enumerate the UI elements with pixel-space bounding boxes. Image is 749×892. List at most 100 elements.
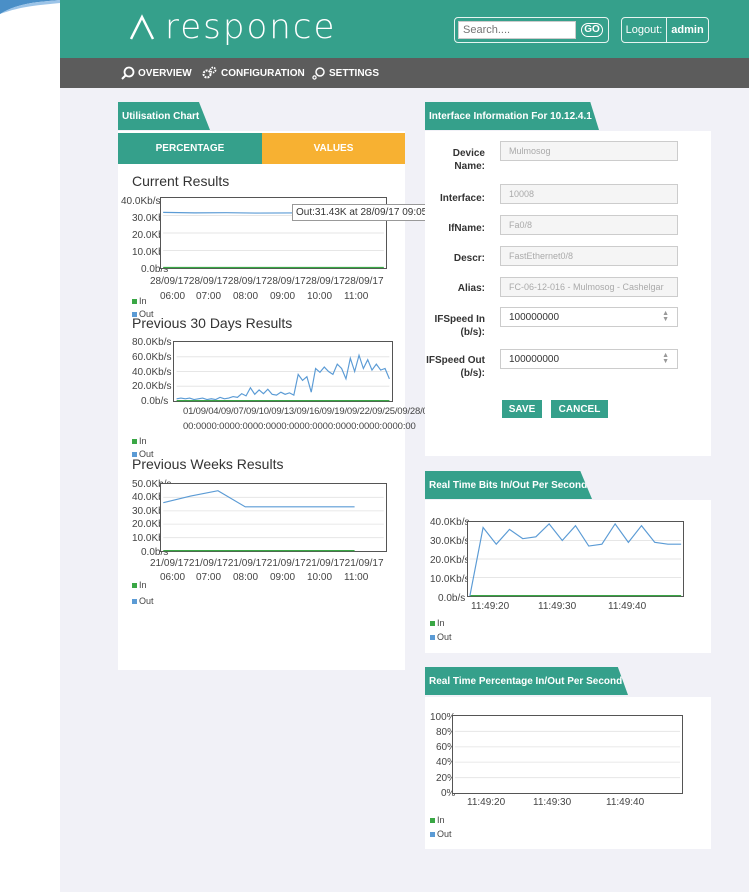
previous-30-days-chart [173, 341, 393, 402]
alias-label: Alias: [457, 283, 485, 294]
search-box: GO [454, 17, 609, 43]
ifspeed-in-label: IFSpeed In (b/s): [434, 314, 485, 338]
rtp-x-tick: 11:49:40 [606, 797, 645, 808]
interface-info-tab: Interface Information For 10.12.4.1 [425, 102, 599, 130]
realtime-bits-title: Real Time Bits In/Out Per Second [429, 479, 588, 491]
nav-label-settings: SETTINGS [329, 67, 380, 79]
p30-y-tick: 20.0Kb/s [132, 381, 172, 392]
alias-field[interactable]: FC-06-12-016 - Mulmosog - Cashelgar [500, 277, 678, 297]
logout-label[interactable]: Logout: [622, 18, 667, 42]
weeks-x-time: 06:00 [160, 572, 186, 583]
values-tab-label: VALUES [313, 143, 354, 154]
nav-label-configuration: CONFIGURATION [221, 67, 305, 79]
ifspeed-out-value: 100000000 [509, 353, 560, 365]
go-label: GO [581, 23, 603, 37]
legend-in[interactable]: In [132, 580, 147, 590]
logo-mark-icon [129, 14, 155, 40]
previous-weeks-chart [160, 483, 387, 552]
device-name-label: Device Name: [425, 147, 485, 173]
nav-item-settings[interactable]: SETTINGS [312, 58, 379, 88]
current-results-title: Current Results [132, 173, 230, 189]
legend-out-label: Out [139, 596, 154, 606]
percentage-tab[interactable]: PERCENTAGE [118, 133, 262, 164]
stepper-arrows-icon[interactable]: ▲ ▼ [662, 352, 669, 365]
weeks-x-time: 10:00 [307, 572, 333, 583]
realtime-pct-title: Real Time Percentage In/Out Per Second [429, 675, 623, 687]
logout-box[interactable]: Logout: admin [621, 17, 709, 43]
search-input[interactable] [458, 21, 576, 39]
realtime-bits-chart [467, 521, 684, 597]
ifspeed-out-label: IFSpeed Out (b/s): [426, 355, 485, 379]
utilisation-chart-title: Utilisation Chart [122, 110, 200, 122]
rtb-x-tick: 11:49:40 [608, 601, 647, 612]
weeks-x-time: 07:00 [196, 572, 222, 583]
gears-icon [202, 66, 217, 79]
current-x-time: 09:00 [270, 291, 296, 302]
legend-in[interactable]: In [132, 296, 147, 306]
realtime-pct-chart [452, 715, 683, 794]
legend-in[interactable]: In [430, 618, 445, 628]
current-x-dates: 28/09/1728/09/1728/09/1728/09/1728/09/17… [150, 276, 384, 287]
corner-swoosh-decoration [0, 0, 60, 14]
p30-y-tick: 60.0Kb/s [132, 352, 172, 363]
stepper-arrows-icon[interactable]: ▲ ▼ [662, 310, 669, 323]
rtb-y-tick: 40.0Kb/s [430, 517, 470, 528]
descr-field[interactable]: FastEthernet0/8 [500, 246, 678, 266]
legend-out[interactable]: Out [430, 829, 452, 839]
ifspeed-in-input[interactable]: 100000000 ▲ ▼ [500, 307, 678, 327]
rtb-y-tick: 30.0Kb/s [430, 536, 470, 547]
values-tab[interactable]: VALUES [262, 133, 405, 164]
cancel-button[interactable]: CANCEL [551, 400, 608, 418]
search-settings-icon [312, 67, 325, 80]
nav-item-configuration[interactable]: CONFIGURATION [202, 58, 305, 88]
legend-in[interactable]: In [132, 436, 147, 446]
legend-out-label: Out [437, 632, 452, 642]
go-button[interactable]: GO [578, 21, 606, 39]
chart-tooltip: Out:31.43K at 28/09/17 09:05 [292, 204, 432, 221]
current-y-tick: 40.0Kb/s [121, 196, 161, 207]
legend-in-label: In [139, 580, 147, 590]
save-button[interactable]: SAVE [502, 400, 542, 418]
weeks-x-time: 08:00 [233, 572, 259, 583]
current-x-time: 11:00 [344, 291, 369, 302]
legend-in-label: In [437, 815, 445, 825]
rtp-x-tick: 11:49:30 [533, 797, 572, 808]
rtb-x-tick: 11:49:20 [471, 601, 510, 612]
descr-label: Descr: [453, 253, 485, 264]
responce-logo[interactable]: responce [127, 4, 336, 50]
ifname-field[interactable]: Fa0/8 [500, 215, 678, 235]
weeks-x-dates: 21/09/1721/09/1721/09/1721/09/1721/09/17… [150, 558, 384, 569]
legend-out[interactable]: Out [430, 632, 452, 642]
p30-y-tick: 40.0Kb/s [132, 367, 172, 378]
p30-y-tick: 80.0Kb/s [132, 337, 172, 348]
nav-label-overview: OVERVIEW [138, 67, 192, 79]
rtb-y-tick: 20.0Kb/s [430, 555, 470, 566]
legend-in[interactable]: In [430, 815, 445, 825]
ifspeed-in-value: 100000000 [509, 311, 560, 323]
current-x-time: 08:00 [233, 291, 259, 302]
percentage-tab-label: PERCENTAGE [155, 143, 225, 154]
legend-out[interactable]: Out [132, 596, 154, 606]
ifspeed-out-input[interactable]: 100000000 ▲ ▼ [500, 349, 678, 369]
utilisation-chart-tab: Utilisation Chart [118, 102, 210, 130]
legend-in-label: In [139, 296, 147, 306]
realtime-bits-tab: Real Time Bits In/Out Per Second [425, 471, 592, 499]
interface-info-title: Interface Information For 10.12.4.1 [429, 110, 592, 122]
device-name-field[interactable]: Mulmosog [500, 141, 678, 161]
current-x-time: 10:00 [307, 291, 333, 302]
ifname-label: IfName: [448, 223, 485, 234]
legend-out-label: Out [437, 829, 452, 839]
p30-x-times: 00:0000:0000:0000:0000:0000:0000:0000:00… [183, 421, 416, 432]
nav-item-overview[interactable]: OVERVIEW [121, 58, 192, 88]
series-line-out [176, 353, 390, 401]
rtb-x-tick: 11:49:30 [538, 601, 577, 612]
weeks-x-time: 11:00 [344, 572, 369, 583]
interface-field[interactable]: 10008 [500, 184, 678, 204]
current-x-time: 07:00 [196, 291, 222, 302]
current-x-time: 06:00 [160, 291, 186, 302]
previous-weeks-title: Previous Weeks Results [132, 456, 284, 472]
rtp-x-tick: 11:49:20 [467, 797, 506, 808]
rtb-y-tick: 10.0Kb/s [430, 574, 470, 585]
realtime-pct-tab: Real Time Percentage In/Out Per Second [425, 667, 628, 695]
legend-in-label: In [437, 618, 445, 628]
